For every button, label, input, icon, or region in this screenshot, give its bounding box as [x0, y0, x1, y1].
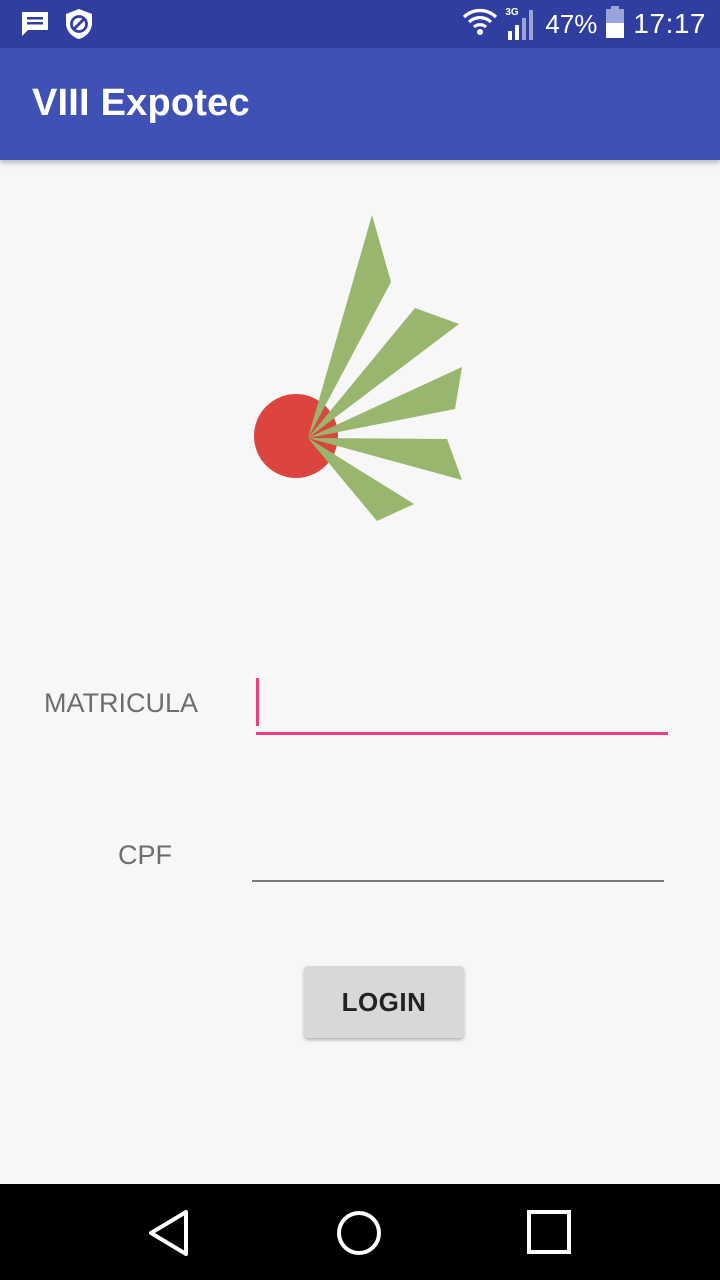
logo-circle [254, 394, 338, 478]
battery-percent: 47% [545, 9, 598, 39]
wifi-icon [463, 8, 498, 41]
matricula-input[interactable] [256, 680, 668, 735]
logo-rays [308, 215, 462, 521]
clock: 17:17 [633, 8, 706, 39]
cpf-input[interactable] [252, 832, 664, 882]
text-cursor [256, 678, 259, 726]
expotec-logo [240, 205, 480, 535]
back-triangle-icon [134, 1210, 204, 1272]
cpf-label: CPF [118, 840, 172, 870]
matricula-label: MATRICULA [44, 688, 199, 718]
data-saver-icon [64, 8, 94, 45]
home-circle-icon [324, 1211, 394, 1272]
app-bar: VIII Expotec [0, 48, 720, 160]
message-icon [20, 10, 50, 43]
back-button[interactable] [134, 1198, 204, 1268]
app-title: VIII Expotec [32, 82, 250, 124]
recents-square-icon [514, 1210, 584, 1272]
recents-button[interactable] [514, 1198, 584, 1268]
navigation-bar [0, 1184, 720, 1280]
battery-icon [605, 5, 625, 44]
status-bar: 3G 47% 17:17 [0, 0, 720, 48]
signal-icon: 3G [505, 7, 537, 41]
home-button[interactable] [324, 1198, 394, 1268]
login-button[interactable]: LOGIN [304, 966, 464, 1038]
